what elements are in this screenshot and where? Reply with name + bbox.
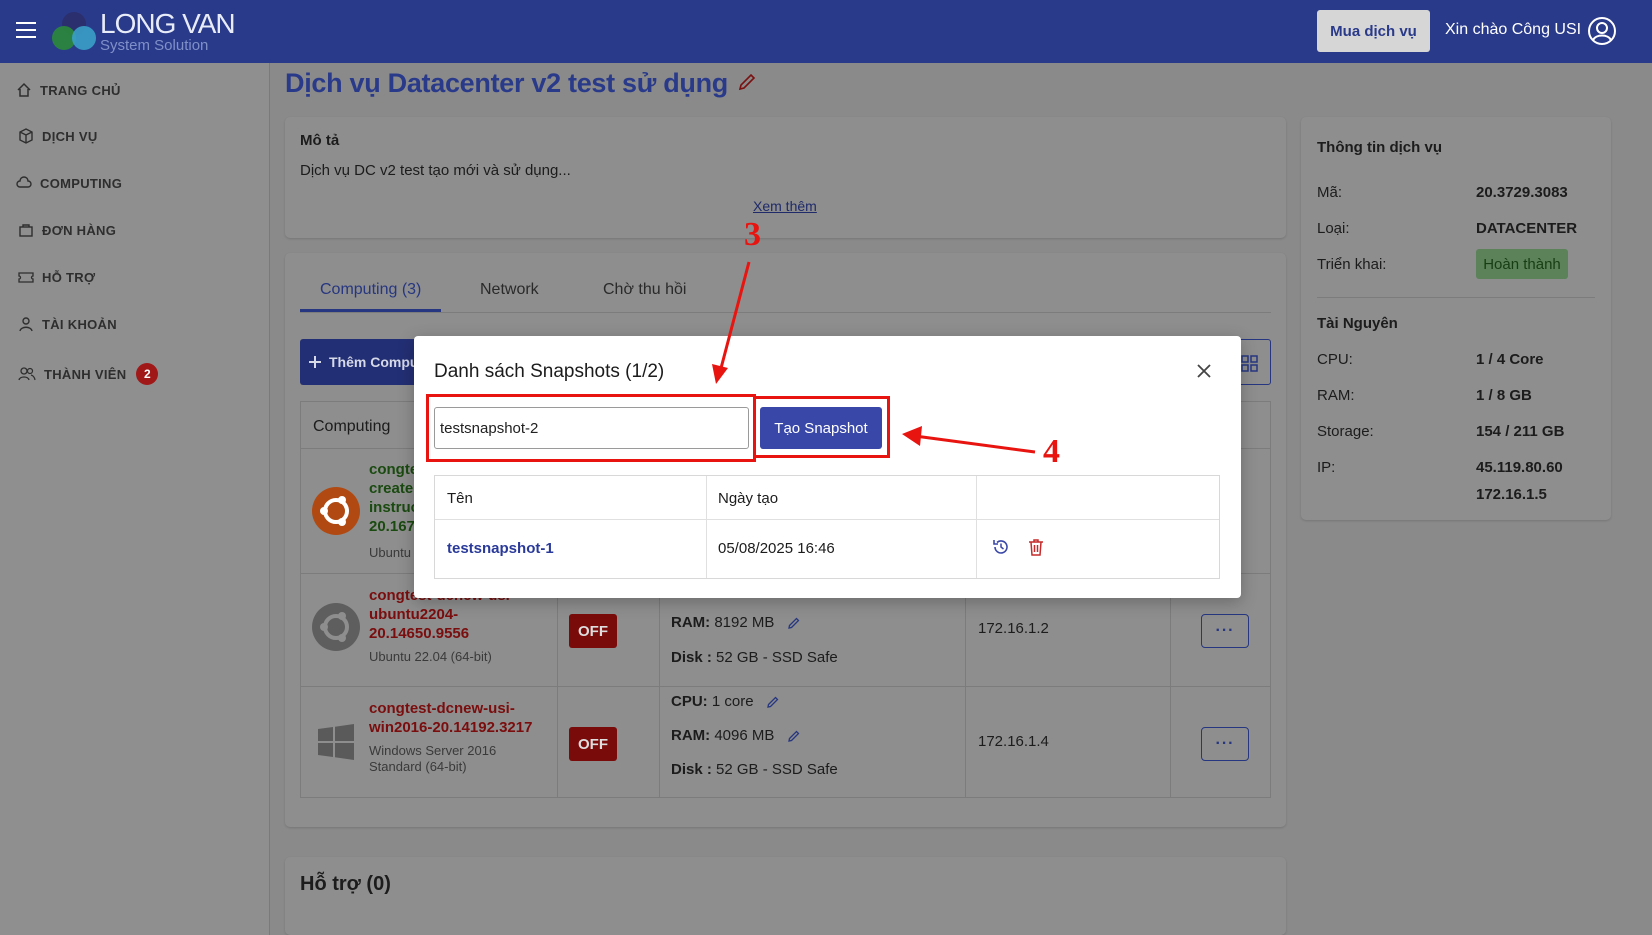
annotation-step4-label: 4 (1043, 433, 1060, 470)
annotation-arrows (712, 261, 1036, 454)
annotation-step3-label: 3 (744, 216, 761, 253)
arrow-step4 (902, 426, 1036, 454)
arrow-step3 (712, 261, 751, 384)
